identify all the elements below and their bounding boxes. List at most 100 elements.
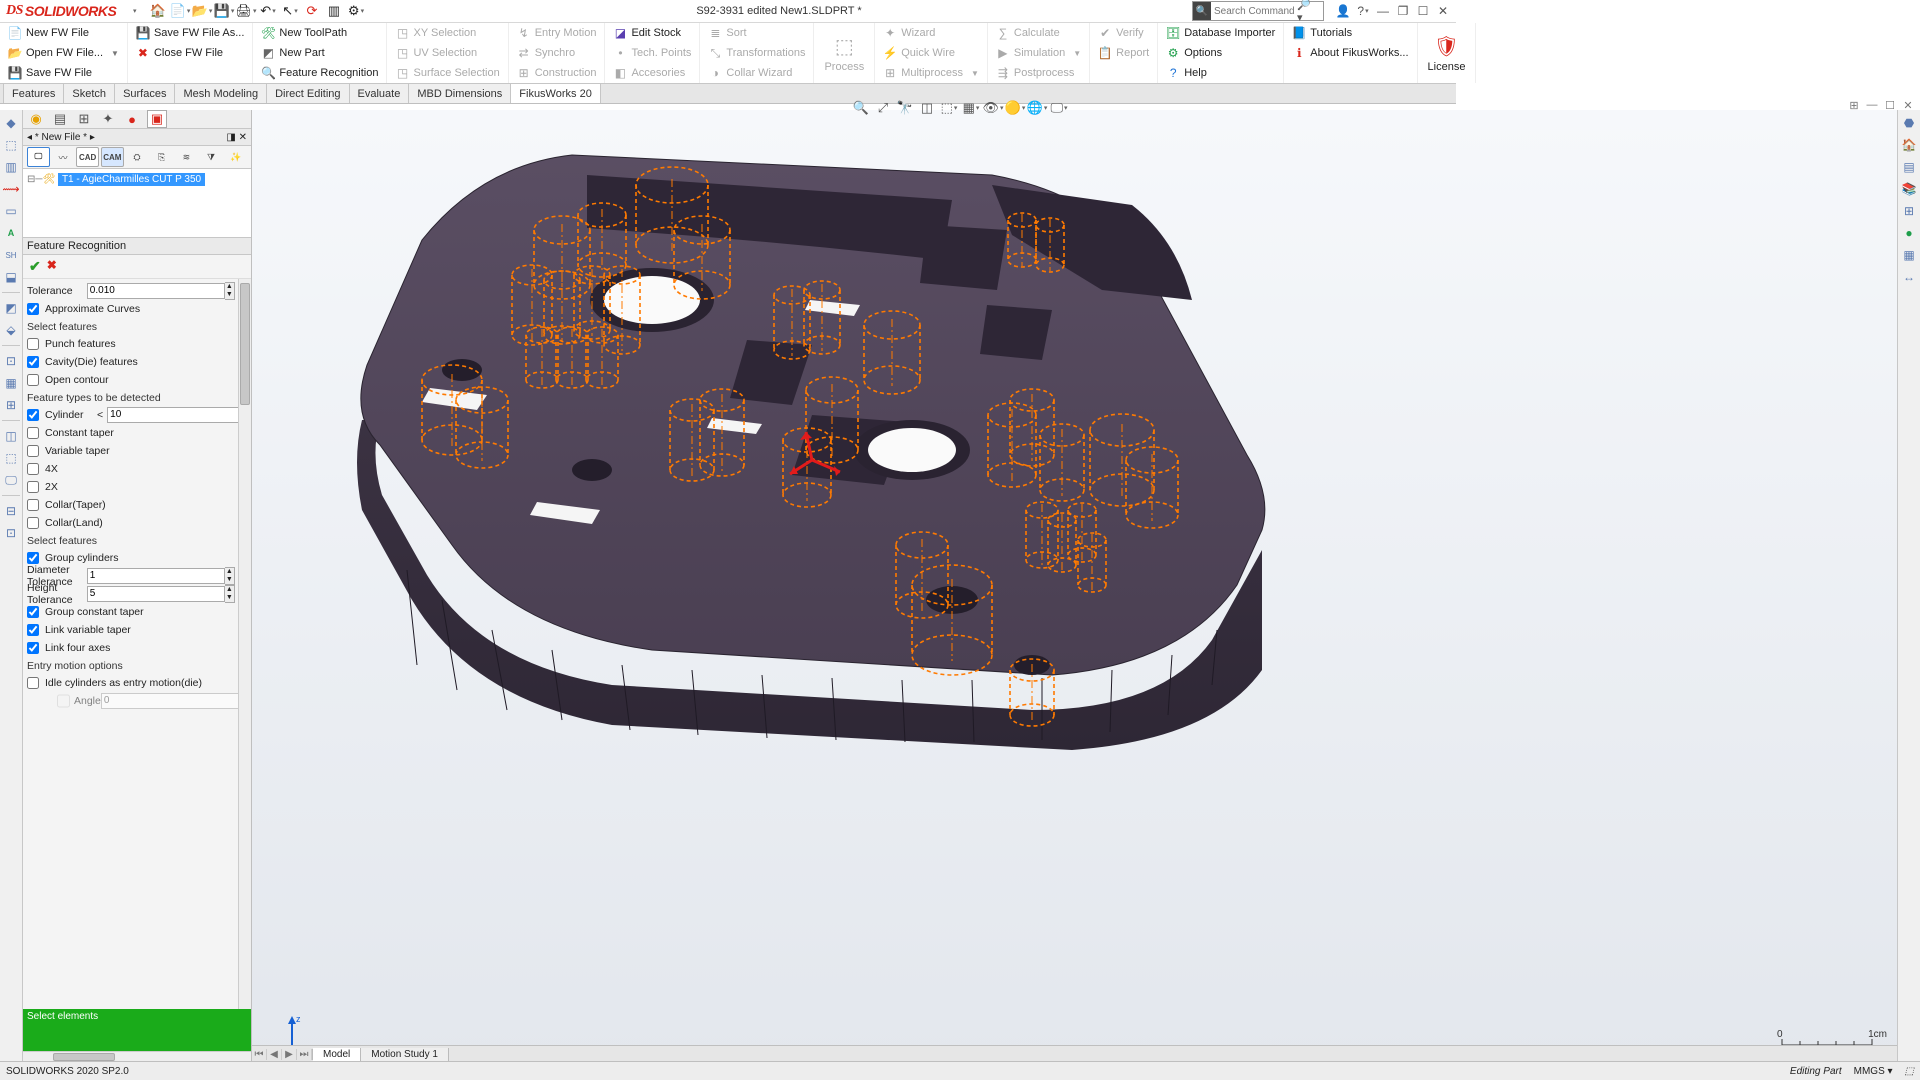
status-extra-icon[interactable]: ⬚ — [1905, 1066, 1914, 1077]
view-settings-icon[interactable]: 🖵 — [1049, 99, 1069, 117]
new-doc-icon[interactable]: 📄 — [170, 1, 190, 21]
mgr-tool-icon[interactable]: ⛭ — [126, 147, 149, 167]
taskpane-appear-icon[interactable]: ● — [1900, 224, 1918, 242]
restore-button[interactable]: ❐ — [1394, 2, 1412, 20]
fm-config-tab-icon[interactable]: ⊞ — [75, 111, 93, 127]
rail-icon[interactable]: ◫ — [2, 427, 20, 445]
database-importer-button[interactable]: 🗄Database Importer — [1164, 24, 1277, 42]
spinner[interactable]: ▲▼ — [225, 585, 235, 603]
rail-icon[interactable]: ⊟ — [2, 502, 20, 520]
undo-icon[interactable]: ↶ — [258, 1, 278, 21]
open-fw-file-button[interactable]: 📂Open FW File...▼ — [6, 44, 121, 62]
group-cylinders-checkbox[interactable] — [27, 552, 39, 564]
status-units[interactable]: MMGS ▾ — [1854, 1066, 1893, 1077]
search-commands[interactable]: 🔍 🔎▾ — [1192, 1, 1324, 21]
fm-tree-tab-icon[interactable]: ◉ — [27, 111, 45, 127]
cavity-checkbox[interactable] — [27, 356, 39, 368]
rail-icon[interactable]: ⊡ — [2, 352, 20, 370]
cylinder-checkbox[interactable] — [27, 409, 39, 421]
collar-taper-checkbox[interactable] — [27, 499, 39, 511]
about-button[interactable]: ℹAbout FikusWorks... — [1290, 44, 1410, 62]
taskpane-res-icon[interactable]: ▤ — [1900, 158, 1918, 176]
fm-fikus-tab-icon[interactable]: ▣ — [147, 110, 167, 128]
zoom-fit-icon[interactable]: 🔍 — [851, 99, 871, 117]
collar-land-checkbox[interactable] — [27, 517, 39, 529]
prev-view-icon[interactable]: 🔭 — [895, 99, 915, 117]
tab-mesh-modeling[interactable]: Mesh Modeling — [174, 83, 267, 103]
tutorials-button[interactable]: 📘Tutorials — [1290, 24, 1410, 42]
manager-tree[interactable]: ⊟─🛠 T1 - AgieCharmilles CUT P 350 — [23, 169, 251, 238]
constant-taper-checkbox[interactable] — [27, 427, 39, 439]
rail-icon[interactable]: ⬚ — [2, 449, 20, 467]
print-icon[interactable]: 🖨 — [236, 1, 256, 21]
rail-icon[interactable]: ◩ — [2, 299, 20, 317]
minimize-button[interactable]: — — [1374, 2, 1392, 20]
options-icon[interactable]: ▥ — [324, 1, 344, 21]
link-4x-checkbox[interactable] — [27, 642, 39, 654]
mgr-wand-icon[interactable]: ✨ — [224, 147, 247, 167]
rail-icon[interactable]: ▭ — [2, 202, 20, 220]
punch-checkbox[interactable] — [27, 338, 39, 350]
edit-stock-button[interactable]: ◪Edit Stock — [611, 24, 693, 42]
appearance-icon[interactable]: 🟡 — [1005, 99, 1025, 117]
close-button[interactable]: ✕ — [1434, 2, 1452, 20]
fm-dim-tab-icon[interactable]: ✦ — [99, 111, 117, 127]
mdi-max-icon[interactable]: ☐ — [1882, 97, 1898, 113]
tab-features[interactable]: Features — [3, 83, 64, 103]
taskpane-prop-icon[interactable]: ▦ — [1900, 246, 1918, 264]
variable-taper-checkbox[interactable] — [27, 445, 39, 457]
save-doc-icon[interactable]: 💾 — [214, 1, 234, 21]
rail-icon[interactable]: A — [2, 224, 20, 242]
fm-appear-tab-icon[interactable]: ● — [123, 111, 141, 127]
mgr-cam-icon[interactable]: CAM — [101, 147, 124, 167]
tolerance-input[interactable] — [87, 283, 225, 299]
group-ct-checkbox[interactable] — [27, 606, 39, 618]
idle-cyl-checkbox[interactable] — [27, 677, 39, 689]
approx-curves-checkbox[interactable] — [27, 303, 39, 315]
twox-checkbox[interactable] — [27, 481, 39, 493]
options-button[interactable]: ⚙Options — [1164, 44, 1277, 62]
home-icon[interactable]: 🏠 — [148, 1, 168, 21]
diameter-tol-input[interactable] — [87, 568, 225, 584]
mdi-dock-icon[interactable]: ⊞ — [1846, 97, 1862, 113]
rail-icon[interactable]: SH — [2, 246, 20, 264]
search-go-icon[interactable]: 🔎▾ — [1297, 0, 1315, 24]
new-toolpath-button[interactable]: 🛠New ToolPath — [259, 24, 380, 42]
rail-icon[interactable]: ⬓ — [2, 268, 20, 286]
rebuild-icon[interactable]: ⟳ — [302, 1, 322, 21]
ok-icon[interactable]: ✔ — [29, 258, 41, 275]
help-dropdown-icon[interactable]: ? — [1354, 2, 1372, 20]
rail-icon[interactable]: ▥ — [2, 158, 20, 176]
tab-evaluate[interactable]: Evaluate — [349, 83, 410, 103]
cylinder-value-input[interactable] — [107, 407, 239, 423]
cancel-icon[interactable]: ✖ — [47, 258, 57, 275]
view-orientation-icon[interactable]: ⬚ — [939, 99, 959, 117]
taskpane-lib-icon[interactable]: 📚 — [1900, 180, 1918, 198]
bottom-tab-nav[interactable]: ⏮◀▶⏭ — [252, 1049, 313, 1060]
graphics-viewport[interactable]: z x y 01cm ⏮◀▶⏭ Model Motion Study 1 — [252, 110, 1897, 1062]
help-button[interactable]: ?Help — [1164, 64, 1277, 82]
display-style-icon[interactable]: ▦ — [961, 99, 981, 117]
taskpane-forum-icon[interactable]: ↔ — [1900, 268, 1918, 286]
select-icon[interactable]: ↖ — [280, 1, 300, 21]
rail-icon[interactable]: ⟿ — [2, 180, 20, 198]
mgr-layers-icon[interactable]: ≋ — [175, 147, 198, 167]
mgr-display-icon[interactable]: 🖵 — [27, 147, 50, 167]
rail-icon[interactable]: ◆ — [2, 114, 20, 132]
hide-show-icon[interactable]: 👁 — [983, 99, 1003, 117]
rail-icon[interactable]: 🖵 — [2, 471, 20, 489]
taskpane-view-icon[interactable]: ⊞ — [1900, 202, 1918, 220]
fourx-checkbox[interactable] — [27, 463, 39, 475]
logo-menu-dropdown[interactable] — [132, 7, 142, 15]
license-button[interactable]: 🛡License — [1424, 33, 1470, 73]
tab-surfaces[interactable]: Surfaces — [114, 83, 175, 103]
tab-direct-editing[interactable]: Direct Editing — [266, 83, 349, 103]
open-contour-checkbox[interactable] — [27, 374, 39, 386]
mdi-close-icon[interactable]: ✕ — [1900, 97, 1916, 113]
user-icon[interactable]: 👤 — [1334, 2, 1352, 20]
maximize-button[interactable]: ☐ — [1414, 2, 1432, 20]
tab-fikusworks-20[interactable]: FikusWorks 20 — [510, 83, 601, 103]
spinner[interactable]: ▲▼ — [225, 567, 235, 585]
mgr-cad-icon[interactable]: CAD — [76, 147, 99, 167]
link-vt-checkbox[interactable] — [27, 624, 39, 636]
